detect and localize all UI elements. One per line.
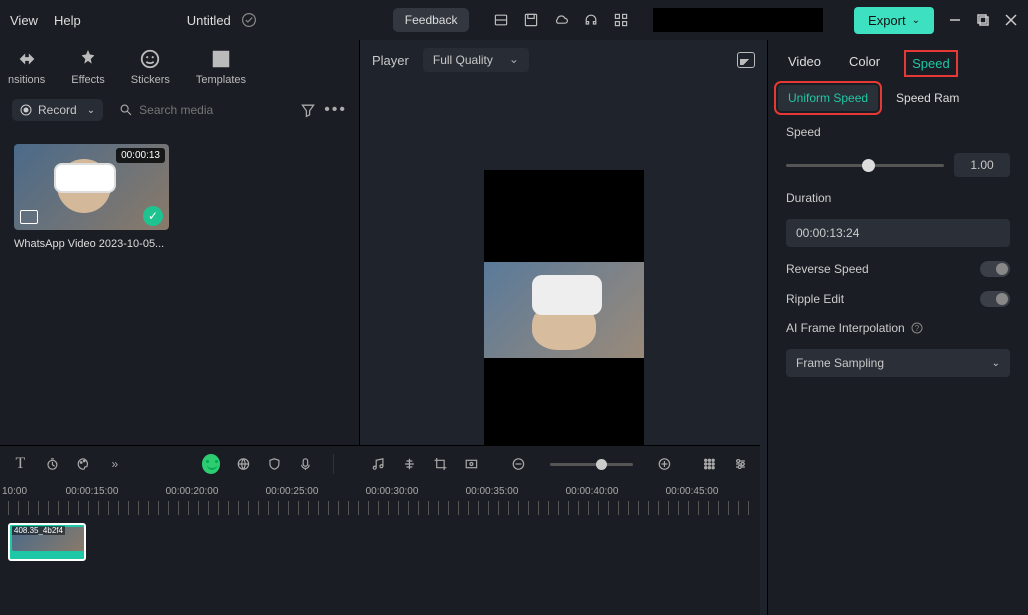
tab-stickers[interactable]: Stickers	[131, 48, 170, 86]
snapshot-icon[interactable]	[737, 52, 755, 68]
crop-icon[interactable]	[433, 456, 448, 472]
preview-frame	[484, 170, 644, 450]
reverse-speed-toggle[interactable]	[980, 261, 1010, 277]
more-icon[interactable]: •••	[324, 101, 347, 119]
text-tool-icon[interactable]: T	[12, 455, 29, 473]
ripple-edit-label: Ripple Edit	[786, 292, 844, 306]
apps-icon[interactable]	[613, 12, 629, 28]
media-thumbnail[interactable]: 00:00:13 ✓	[14, 144, 169, 230]
record-button[interactable]: Record⌄	[12, 99, 103, 121]
save-icon[interactable]	[523, 12, 539, 28]
check-icon: ✓	[143, 206, 163, 226]
tab-video[interactable]: Video	[788, 54, 821, 73]
maximize-icon[interactable]	[976, 13, 990, 27]
search-icon	[119, 102, 133, 118]
subtab-speed-ramping[interactable]: Speed Ram	[896, 91, 959, 105]
timeline-ruler[interactable]	[8, 501, 752, 515]
duration-input[interactable]: 00:00:13:24	[786, 219, 1010, 247]
search-input[interactable]	[139, 103, 284, 117]
globe-icon[interactable]	[236, 456, 251, 472]
status-check-icon	[241, 12, 257, 28]
close-icon[interactable]	[1004, 13, 1018, 27]
tab-transitions[interactable]: nsitions	[8, 48, 45, 86]
tab-speed[interactable]: Speed	[908, 54, 954, 73]
tab-effects[interactable]: Effects	[71, 48, 104, 86]
menu-help[interactable]: Help	[54, 13, 81, 28]
menu-view[interactable]: View	[10, 13, 38, 28]
duration-label: Duration	[786, 191, 1010, 205]
timeline-ruler-labels: 10:00 00:00:15:00 00:00:20:00 00:00:25:0…	[0, 482, 760, 501]
filter-icon[interactable]	[300, 102, 316, 118]
shield-icon[interactable]	[267, 456, 282, 472]
player-label: Player	[372, 53, 409, 68]
export-button[interactable]: Export⌄	[854, 7, 934, 34]
mic-icon[interactable]	[298, 456, 313, 472]
svg-text:?: ?	[915, 324, 920, 333]
project-title: Untitled	[187, 13, 231, 28]
zoom-out-icon[interactable]	[511, 456, 526, 472]
zoom-slider[interactable]	[550, 463, 634, 466]
palette-icon[interactable]	[76, 456, 91, 472]
frame-icon[interactable]	[464, 456, 479, 472]
timeline-clip[interactable]: 408.35_4b2f4	[8, 523, 86, 561]
ai-frame-dropdown[interactable]: Frame Sampling⌄	[786, 349, 1010, 377]
film-icon	[20, 210, 38, 224]
music-icon[interactable]	[371, 456, 386, 472]
media-name: WhatsApp Video 2023-10-05...	[14, 238, 169, 250]
tab-templates[interactable]: Templates	[196, 48, 246, 86]
quality-dropdown[interactable]: Full Quality	[423, 48, 529, 72]
help-icon[interactable]: ?	[911, 322, 923, 334]
minimize-icon[interactable]	[948, 13, 962, 27]
headphones-icon[interactable]	[583, 12, 599, 28]
timer-con[interactable]	[45, 456, 60, 472]
cloud-icon[interactable]	[553, 12, 569, 28]
sticker-face-icon[interactable]	[202, 454, 221, 474]
ai-frame-label: AI Frame Interpolation	[786, 321, 905, 335]
clip-duration-badge: 00:00:13	[116, 148, 165, 163]
ripple-edit-toggle[interactable]	[980, 291, 1010, 307]
zoom-in-icon[interactable]	[657, 456, 672, 472]
settings-icon[interactable]	[733, 456, 748, 472]
grid-view-icon[interactable]	[702, 456, 717, 472]
tab-color[interactable]: Color	[849, 54, 880, 73]
align-icon[interactable]	[402, 456, 417, 472]
redacted-area	[653, 8, 823, 32]
speed-slider[interactable]	[786, 164, 944, 167]
reverse-speed-label: Reverse Speed	[786, 262, 869, 276]
speed-label: Speed	[786, 125, 1010, 139]
feedback-button[interactable]: Feedback	[393, 8, 470, 32]
expand-tools-icon[interactable]: »	[106, 455, 123, 473]
speed-value[interactable]: 1.00	[954, 153, 1010, 177]
layout-icon[interactable]	[493, 12, 509, 28]
subtab-uniform-speed[interactable]: Uniform Speed	[778, 85, 878, 111]
